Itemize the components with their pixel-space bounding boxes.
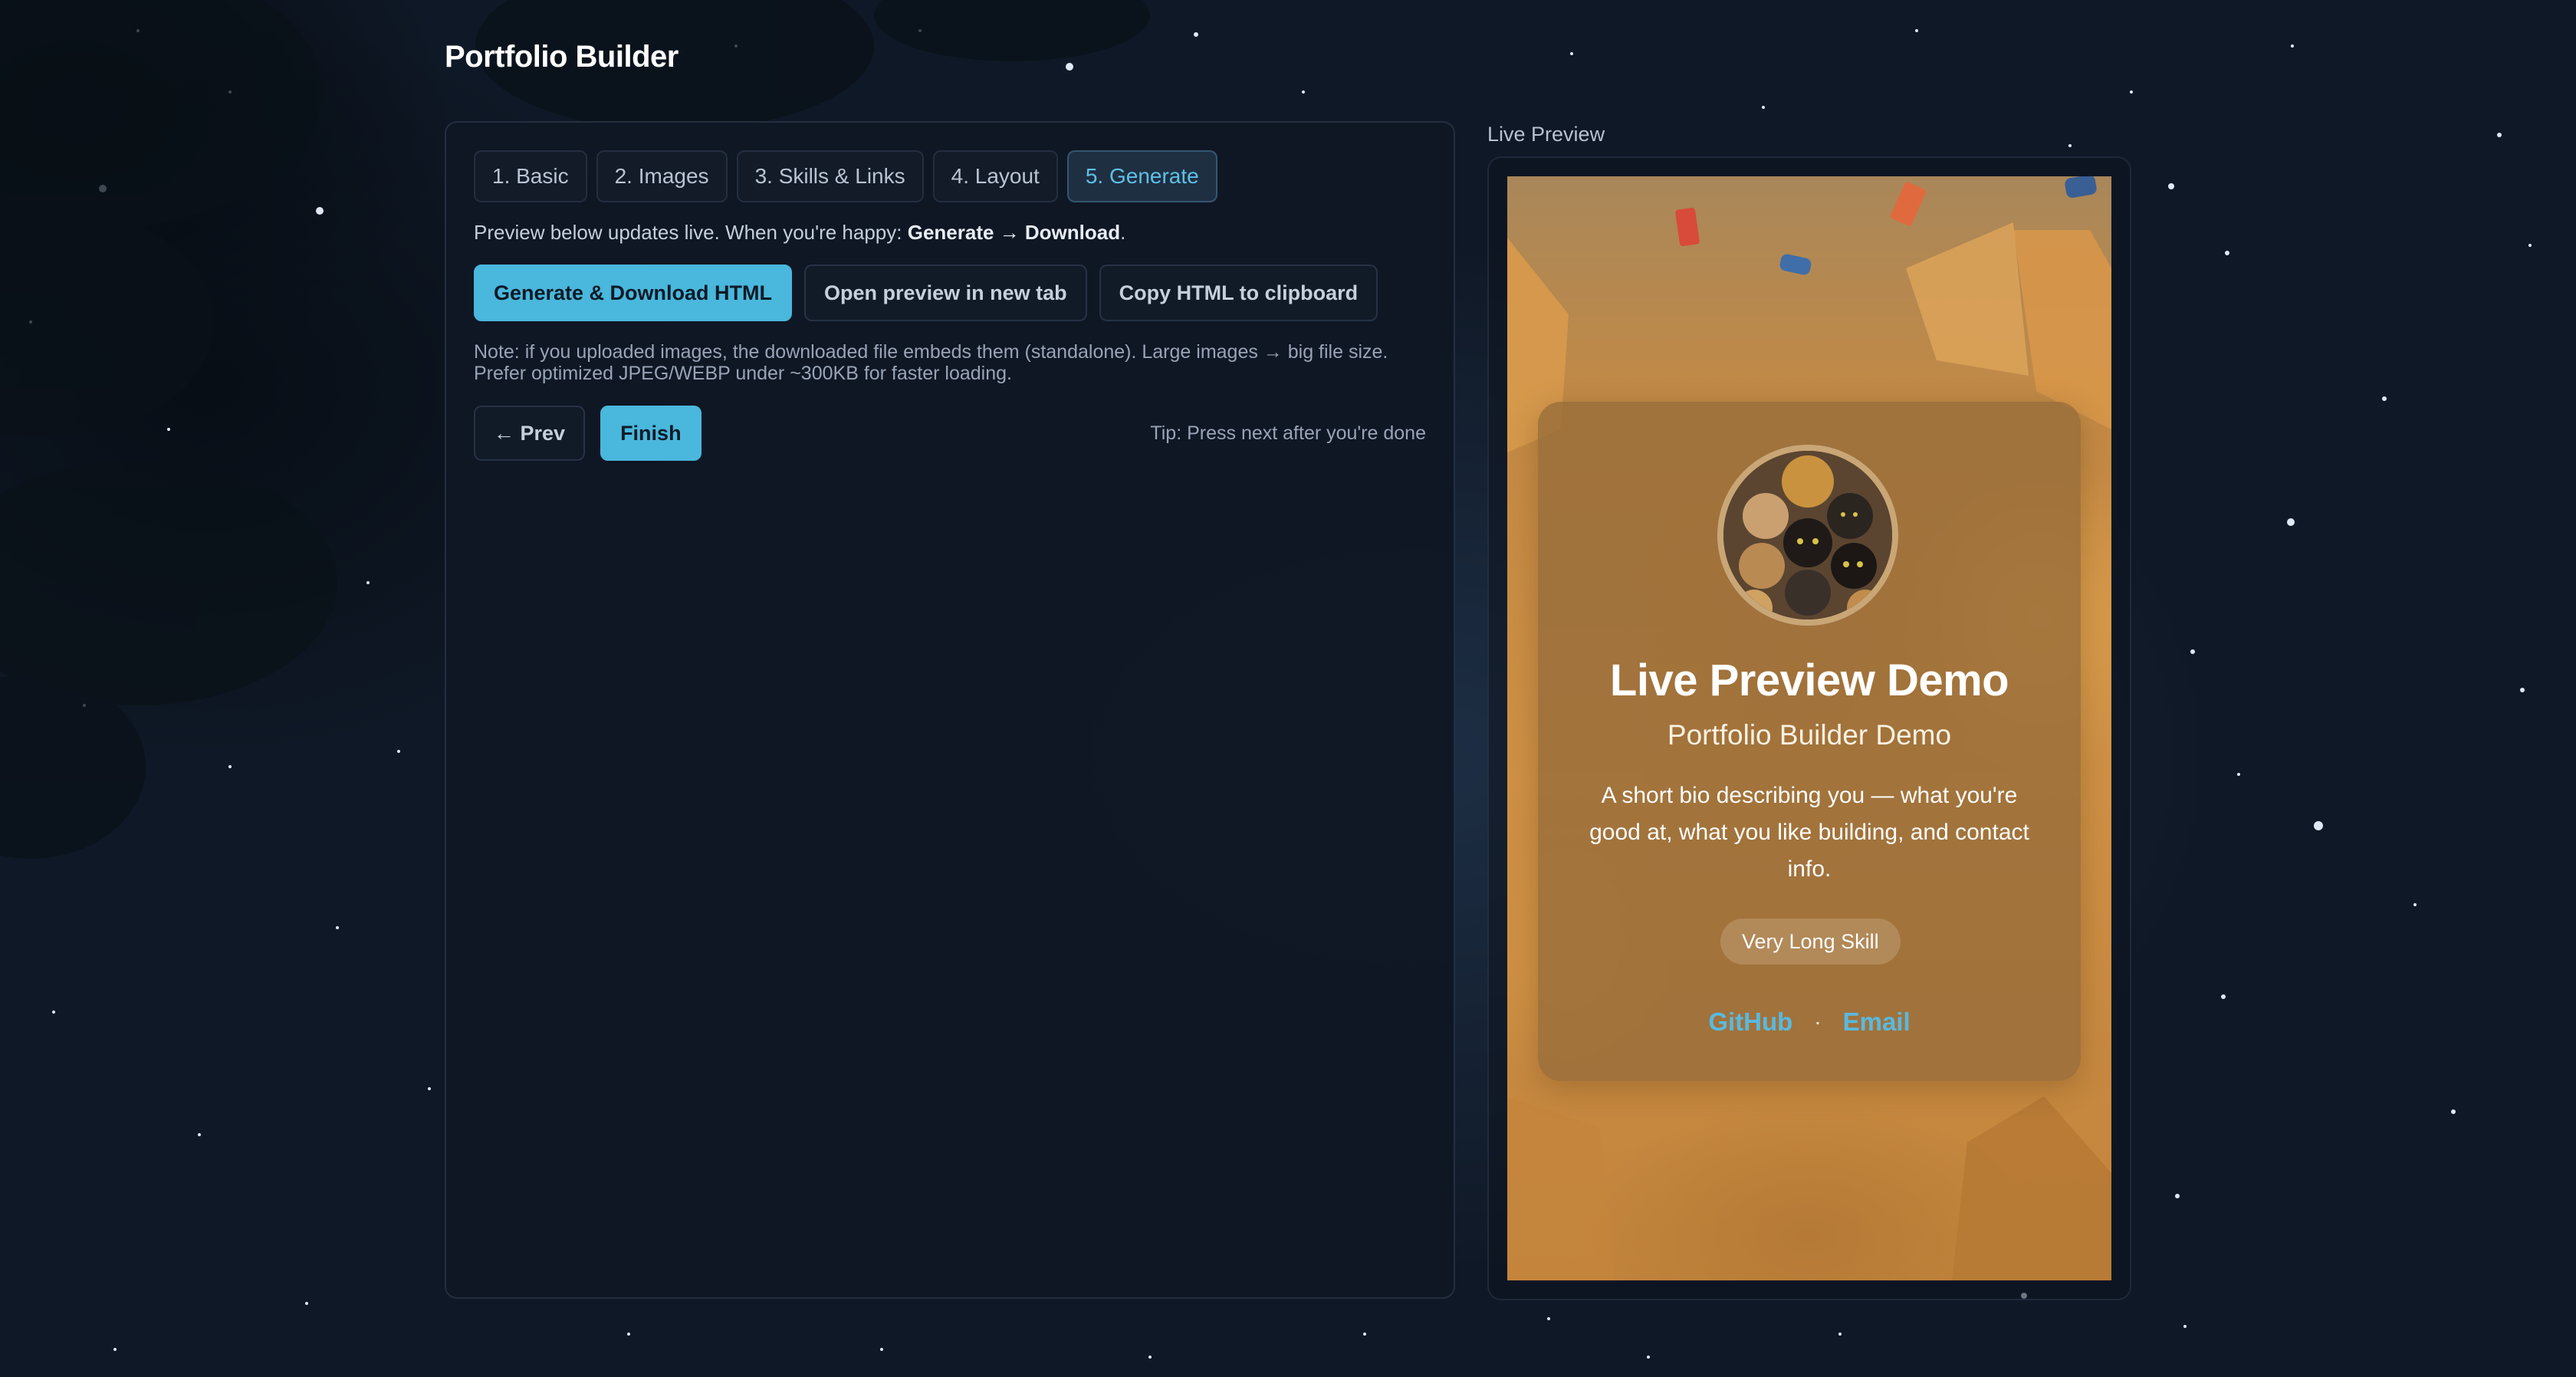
profile-card: Live Preview Demo Portfolio Builder Demo… <box>1538 402 2081 1081</box>
skill-badge: Very Long Skill <box>1720 919 1901 965</box>
tab-layout[interactable]: 4. Layout <box>932 150 1058 202</box>
step-navigation: ← Prev Finish Tip: Press next after you'… <box>474 406 1426 461</box>
tab-basic[interactable]: 1. Basic <box>474 150 587 202</box>
email-link[interactable]: Email <box>1843 1007 1911 1037</box>
profile-bio: A short bio describing you — what you're… <box>1589 783 2029 882</box>
copy-html-button[interactable]: Copy HTML to clipboard <box>1099 265 1378 321</box>
generate-download-button[interactable]: Generate & Download HTML <box>474 265 793 321</box>
builder-panel: 1. Basic 2. Images 3. Skills & Links 4. … <box>445 121 1455 1299</box>
intro-strong: Generate → Download <box>907 221 1121 244</box>
tab-skills-links[interactable]: 3. Skills & Links <box>736 150 924 202</box>
finish-button[interactable]: Finish <box>600 406 702 461</box>
tab-generate[interactable]: 5. Generate <box>1066 150 1217 202</box>
preview-label: Live Preview <box>1487 123 1605 146</box>
intro-end: . <box>1120 221 1126 244</box>
tip-text: Tip: Press next after you're done <box>1150 422 1426 444</box>
tab-images[interactable]: 2. Images <box>596 150 728 202</box>
cats-collage-image <box>1723 451 1892 619</box>
open-preview-button[interactable]: Open preview in new tab <box>804 265 1087 321</box>
profile-subtitle: Portfolio Builder Demo <box>1667 719 1952 751</box>
generate-actions: Generate & Download HTML Open preview in… <box>474 265 1426 321</box>
github-link[interactable]: GitHub <box>1708 1007 1792 1037</box>
note-line-1: Note: if you uploaded images, the downlo… <box>474 341 1388 363</box>
prev-button[interactable]: ← Prev <box>474 406 586 461</box>
app-title: Portfolio Builder <box>445 40 678 74</box>
note-line-2: Prefer optimized JPEG/WEBP under ~300KB … <box>474 363 1012 384</box>
intro-text: Preview below updates live. When you're … <box>474 221 908 244</box>
profile-name: Live Preview Demo <box>1609 656 2009 705</box>
generate-intro: Preview below updates live. When you're … <box>474 221 1426 245</box>
avatar <box>1717 445 1898 626</box>
link-separator: · <box>1814 1010 1822 1034</box>
profile-links: GitHub · Email <box>1538 1007 2081 1037</box>
preview-page[interactable]: Live Preview Demo Portfolio Builder Demo… <box>1507 176 2111 1280</box>
image-size-note: Note: if you uploaded images, the downlo… <box>474 341 1426 384</box>
step-tabs: 1. Basic 2. Images 3. Skills & Links 4. … <box>474 150 1426 202</box>
